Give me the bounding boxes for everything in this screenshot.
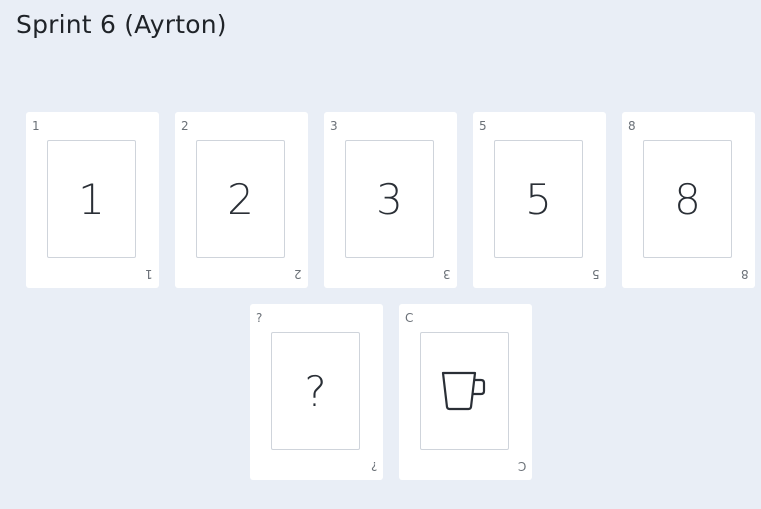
card-corner-top: 2 xyxy=(181,119,189,133)
card-corner-bottom: ? xyxy=(370,459,377,473)
estimate-card-1[interactable]: 1 1 1 xyxy=(26,112,159,288)
card-corner-top: 3 xyxy=(330,119,338,133)
card-corner-top: 1 xyxy=(32,119,40,133)
card-face: 3 xyxy=(345,140,434,258)
page-title: Sprint 6 (Ayrton) xyxy=(16,10,227,39)
card-corner-top: 8 xyxy=(628,119,636,133)
estimate-card-5[interactable]: 5 5 5 xyxy=(473,112,606,288)
card-face: 2 xyxy=(196,140,285,258)
card-corner-top: C xyxy=(405,311,414,325)
estimate-card-2[interactable]: 2 2 2 xyxy=(175,112,308,288)
card-value: 5 xyxy=(525,174,552,224)
card-face: 1 xyxy=(47,140,136,258)
estimate-card-3[interactable]: 3 3 3 xyxy=(324,112,457,288)
estimate-card-coffee[interactable]: C C xyxy=(399,304,532,480)
card-value: ? xyxy=(304,366,327,416)
estimate-card-unknown[interactable]: ? ? ? xyxy=(250,304,383,480)
coffee-cup-icon xyxy=(441,371,485,411)
card-corner-bottom: 8 xyxy=(741,267,749,281)
estimate-card-8[interactable]: 8 8 8 xyxy=(622,112,755,288)
card-face xyxy=(420,332,509,450)
card-corner-bottom: 2 xyxy=(294,267,302,281)
card-corner-bottom: 1 xyxy=(145,267,153,281)
card-corner-bottom: 5 xyxy=(592,267,600,281)
card-value: 3 xyxy=(376,174,403,224)
card-value: 2 xyxy=(227,174,254,224)
card-face: 8 xyxy=(643,140,732,258)
card-corner-top: ? xyxy=(256,311,263,325)
page: Sprint 6 (Ayrton) 1 1 1 2 2 2 3 3 3 5 5 … xyxy=(0,0,761,509)
card-corner-top: 5 xyxy=(479,119,487,133)
card-corner-bottom: C xyxy=(517,459,526,473)
card-face: 5 xyxy=(494,140,583,258)
card-face: ? xyxy=(271,332,360,450)
card-corner-bottom: 3 xyxy=(443,267,451,281)
card-value: 1 xyxy=(78,174,105,224)
card-value: 8 xyxy=(674,174,701,224)
